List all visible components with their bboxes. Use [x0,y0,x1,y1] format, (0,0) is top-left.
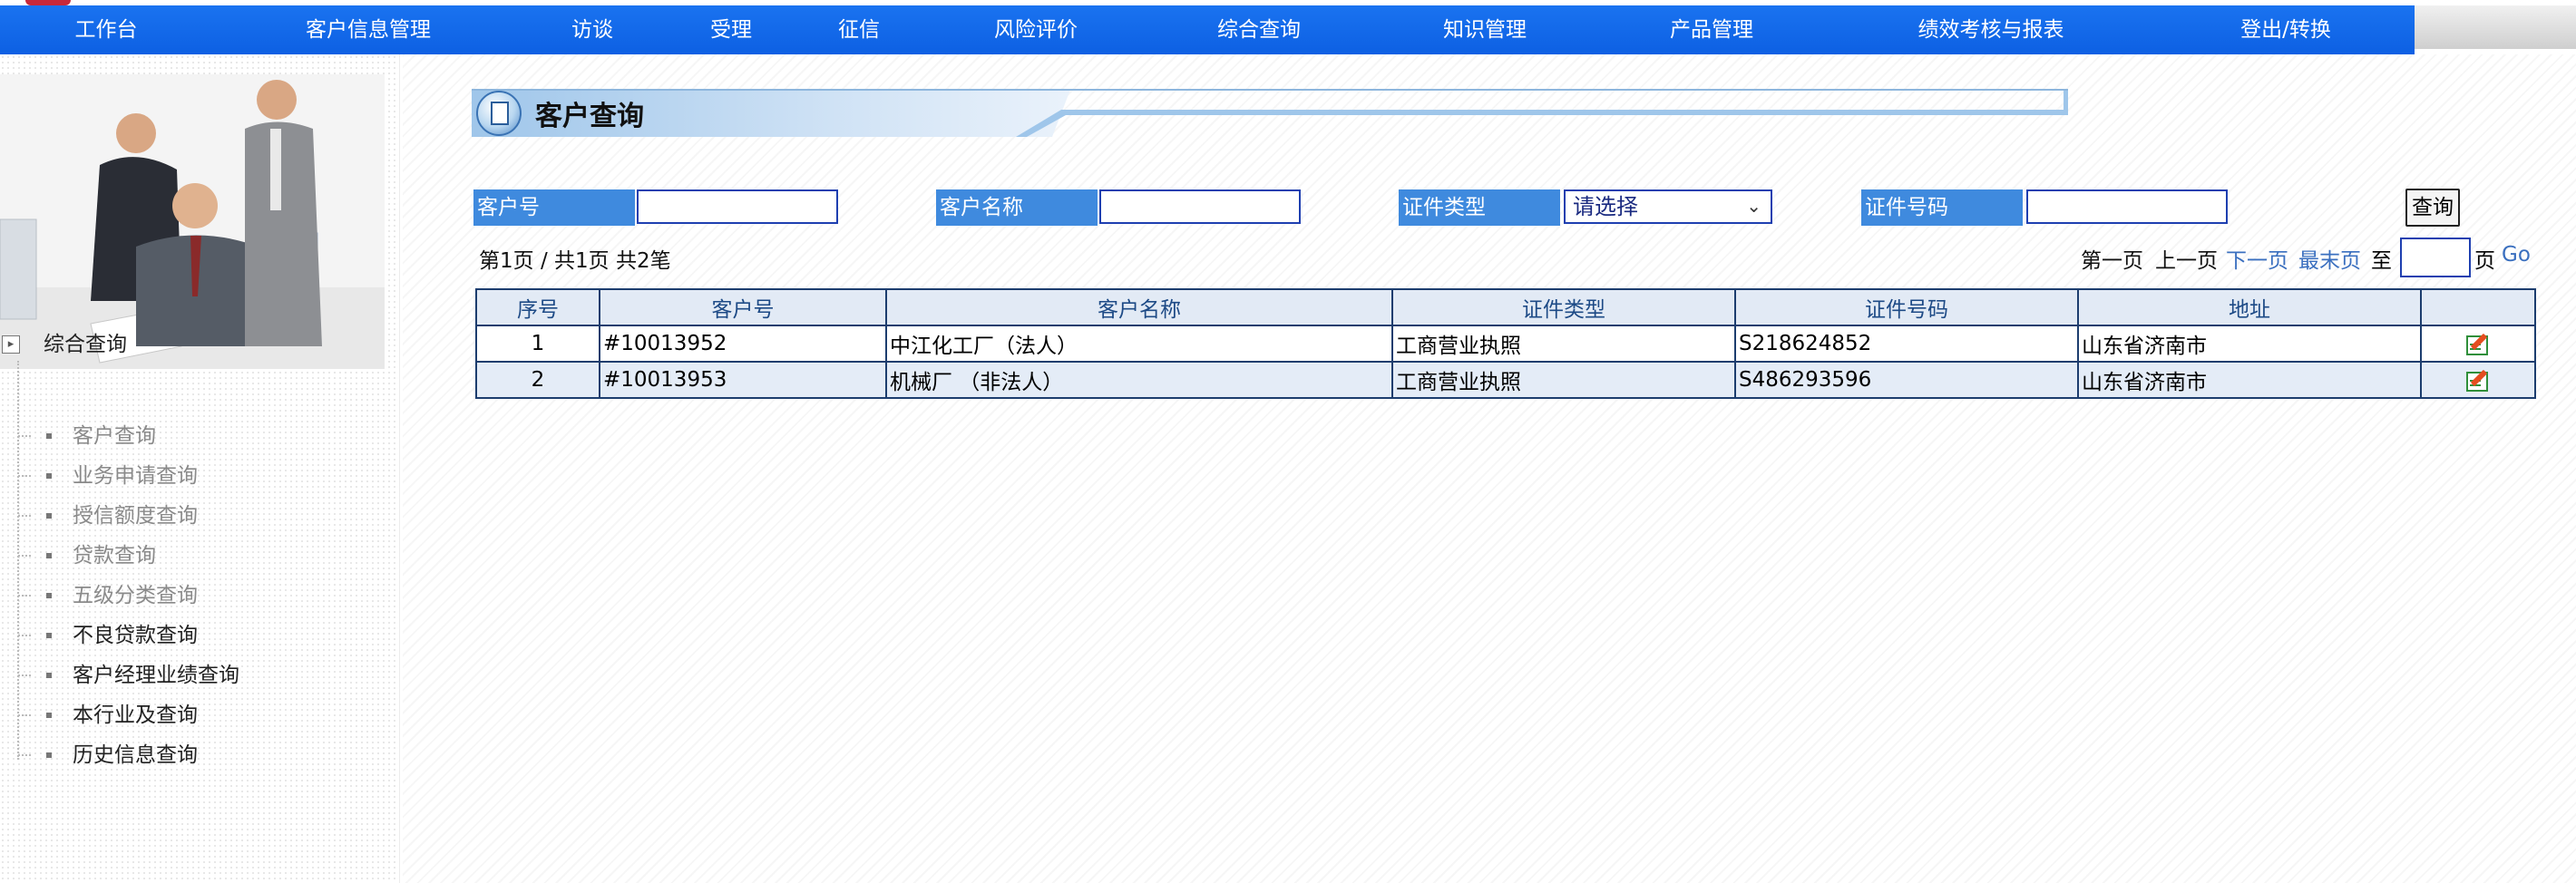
bullet-icon [46,553,52,558]
edit-icon[interactable] [2465,331,2491,356]
edit-icon[interactable] [2465,367,2491,393]
pager-last-link[interactable]: 最末页 [2298,243,2361,274]
customer-name-label: 客户名称 [936,189,1098,226]
sidebar-item-label: 业务申请查询 [73,464,198,488]
pager-go-link[interactable]: Go [2502,243,2531,267]
nav-credit[interactable]: 征信 [838,5,880,54]
cert-type-selected: 请选择 [1573,194,1638,219]
nav-right-panel [2415,5,2576,49]
main-content [403,54,2576,883]
bullet-icon [46,513,52,519]
nav-interview[interactable]: 访谈 [571,5,613,54]
cell-index: 1 [475,325,600,363]
column-header-address: 地址 [2077,288,2422,326]
cell-action [2420,361,2536,399]
bullet-icon [46,473,52,479]
pager-page-input[interactable] [2400,238,2471,277]
tree-connector [17,361,19,760]
sidebar-item-label: 不良贷款查询 [73,624,198,647]
nav-customer-info[interactable]: 客户信息管理 [306,5,431,54]
cell-cert-type: 工商营业执照 [1391,361,1736,399]
customer-no-label: 客户号 [473,189,635,226]
cell-address: 山东省济南市 [2077,325,2422,363]
pager-prev: 上一页 [2155,249,2218,273]
nav-risk[interactable]: 风险评价 [994,5,1078,54]
sidebar-item-label: 历史信息查询 [73,743,198,767]
title-banner [472,89,2068,137]
tree-dash [18,595,31,597]
cell-customer-name: 机械厂 （非法人） [885,361,1393,399]
nav-workbench[interactable]: 工作台 [75,5,138,54]
column-header-customer-name: 客户名称 [885,288,1393,326]
bullet-icon [46,713,52,718]
cell-cert-type: 工商营业执照 [1391,325,1736,363]
nav-performance[interactable]: 绩效考核与报表 [1918,5,2064,54]
pager-to-label: 至 [2371,249,2392,273]
pager-page-suffix: 页 [2474,249,2495,273]
cert-type-select[interactable]: 请选择 ⌄ [1564,189,1772,224]
tree-dash [18,435,31,437]
sidebar-banner-image [0,74,385,369]
cell-customer-name: 中江化工厂（法人） [885,325,1393,363]
document-icon [476,91,522,136]
bullet-icon [46,673,52,678]
table-row: 1 #10013952 中江化工厂（法人） 工商营业执照 S218624852 … [475,325,2536,363]
sidebar-item-label: 贷款查询 [73,544,156,568]
sidebar-group-label: 综合查询 [44,333,127,356]
table-row: 2 #10013953 机械厂 （非法人） 工商营业执照 S486293596 … [475,361,2536,399]
cell-action [2420,325,2536,363]
cell-cert-no: S486293596 [1734,361,2079,399]
sidebar-item-label: 客户经理业绩查询 [73,664,239,687]
customer-no-input[interactable] [637,189,838,224]
column-header-action [2420,288,2536,326]
tree-dash [18,674,31,676]
cell-index: 2 [475,361,600,399]
pager-first: 第一页 [2081,249,2143,273]
bullet-icon [46,593,52,598]
sidebar-item-label: 客户查询 [73,424,156,448]
cell-cert-no: S218624852 [1734,325,2079,363]
cell-customer-no: #10013952 [599,325,887,363]
pager-next-link[interactable]: 下一页 [2226,243,2288,274]
tree-dash [18,475,31,477]
cell-customer-no: #10013953 [599,361,887,399]
sidebar [0,54,400,883]
tree-dash [18,515,31,517]
cert-no-label: 证件号码 [1861,189,2023,226]
bullet-icon [46,433,52,439]
bullet-icon [46,633,52,638]
table-header-row: 序号 客户号 客户名称 证件类型 证件号码 地址 [475,288,2536,326]
nav-product[interactable]: 产品管理 [1670,5,1753,54]
cert-no-input[interactable] [2026,189,2228,224]
nav-knowledge[interactable]: 知识管理 [1443,5,1527,54]
sidebar-item-label: 本行业及查询 [73,703,198,727]
expand-icon: ▸ [2,335,20,354]
page-summary: 第1页 / 共1页 共2笔 [479,249,671,273]
nav-logout[interactable]: 登出/转换 [2240,5,2331,54]
cert-type-label: 证件类型 [1399,189,1560,226]
tree-dash [18,754,31,756]
query-button[interactable]: 查询 [2405,189,2460,227]
tree-dash [18,714,31,716]
sidebar-item-label: 授信额度查询 [73,504,198,528]
result-table: 序号 客户号 客户名称 证件类型 证件号码 地址 1 #10013952 中江化… [475,288,2536,399]
chevron-down-icon: ⌄ [1746,195,1761,217]
page-title: 客户查询 [535,101,644,132]
column-header-customer-no: 客户号 [599,288,887,326]
column-header-index: 序号 [475,288,600,326]
tree-dash [18,555,31,557]
column-header-cert-no: 证件号码 [1734,288,2079,326]
sidebar-item-label: 五级分类查询 [73,584,198,607]
nav-general-query[interactable]: 综合查询 [1217,5,1301,54]
column-header-cert-type: 证件类型 [1391,288,1736,326]
tree-dash [18,635,31,636]
cell-address: 山东省济南市 [2077,361,2422,399]
bullet-icon [46,752,52,758]
nav-accept[interactable]: 受理 [710,5,752,54]
customer-name-input[interactable] [1099,189,1301,224]
